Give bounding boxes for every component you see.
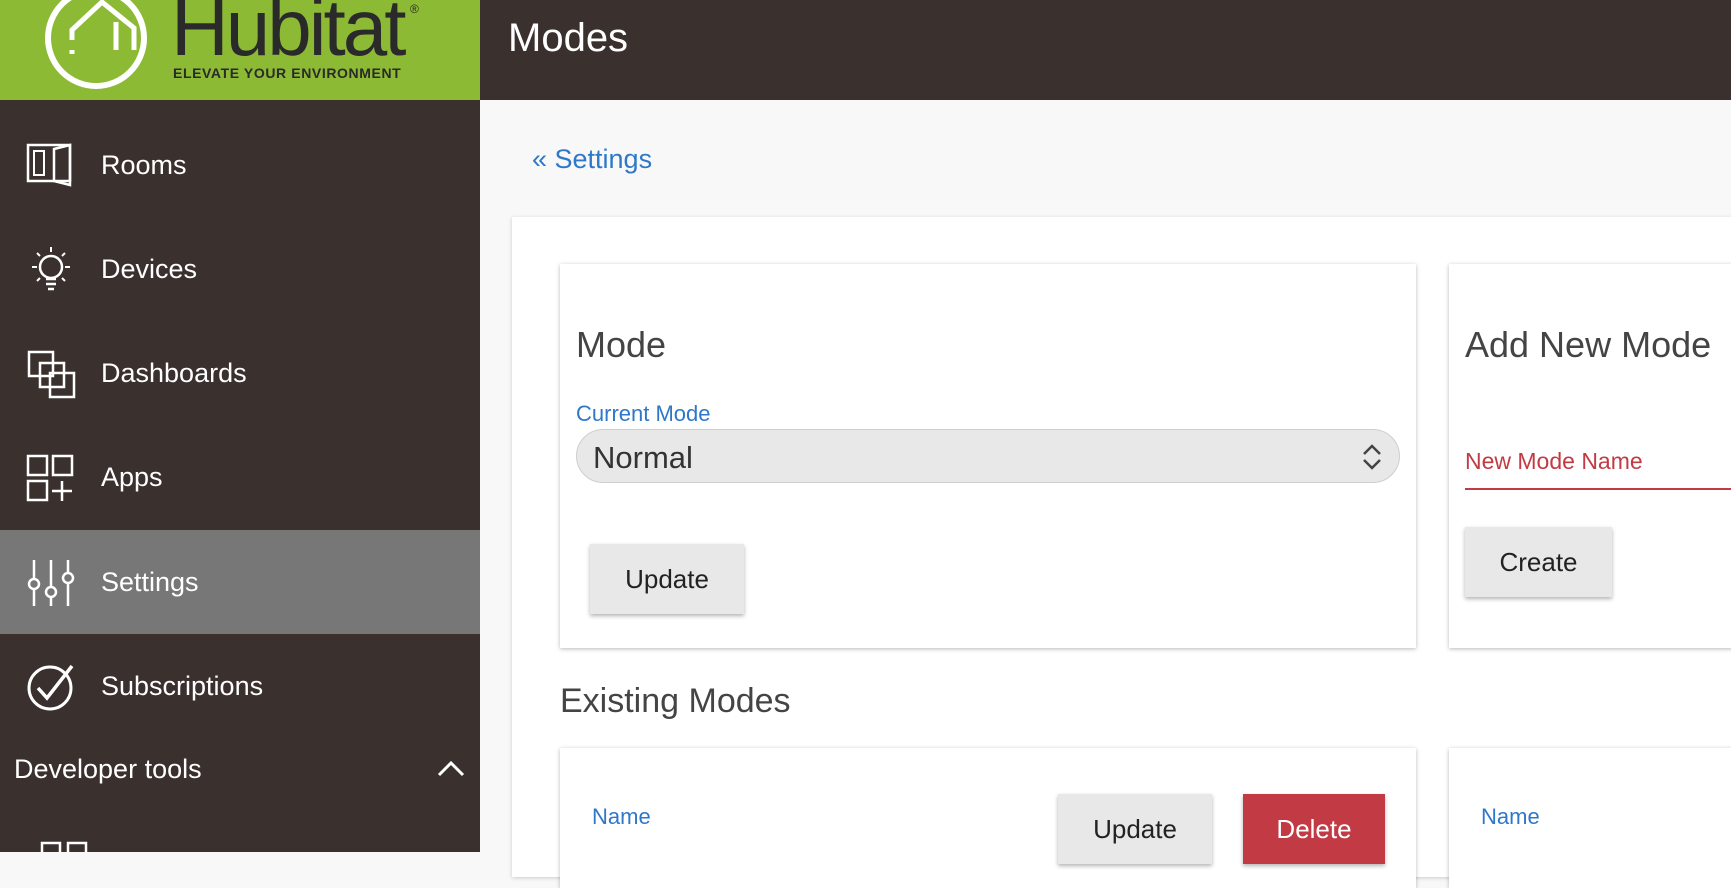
sidebar-item-apps[interactable]: Apps	[0, 425, 480, 529]
rooms-icon	[26, 143, 72, 187]
sidebar-item-rooms[interactable]: Rooms	[0, 113, 480, 217]
new-mode-name-placeholder: New Mode Name	[1465, 448, 1643, 474]
sidebar-item-subscriptions[interactable]: Subscriptions	[0, 634, 480, 738]
hubitat-logo[interactable]: Hubitat ® ELEVATE YOUR ENVIRONMENT	[0, 0, 480, 100]
current-mode-label: Current Mode	[576, 401, 711, 426]
sidebar-item-dashboards[interactable]: Dashboards	[0, 321, 480, 425]
existing-mode-card: Name	[1449, 748, 1731, 888]
top-bar: Modes	[480, 0, 1731, 100]
create-mode-button[interactable]: Create	[1465, 527, 1612, 597]
add-mode-card: Add New Mode New Mode Name Create	[1449, 264, 1731, 648]
sidebar-item-label: Apps	[101, 461, 163, 492]
sidebar-item-label: Settings	[101, 566, 199, 597]
mode-card-title: Mode	[576, 324, 667, 365]
house-logo-icon	[45, 0, 147, 89]
sidebar-item-devices[interactable]: Devices	[0, 217, 480, 321]
brand-tagline: ELEVATE YOUR ENVIRONMENT	[173, 65, 402, 81]
sidebar-item-label: Dashboards	[101, 357, 247, 388]
existing-mode-card: Name Update Delete	[560, 748, 1416, 888]
existing-modes-title: Existing Modes	[560, 682, 791, 720]
new-mode-name-input[interactable]: New Mode Name	[1465, 434, 1731, 490]
delete-mode-button[interactable]: Delete	[1243, 794, 1385, 864]
chevron-up-icon	[437, 760, 465, 777]
page-title: Modes	[508, 16, 629, 60]
update-existing-mode-button[interactable]: Update	[1058, 794, 1212, 864]
sidebar-item-label: Subscriptions	[101, 670, 264, 701]
dashboards-icon	[27, 350, 76, 399]
apps-icon	[40, 841, 88, 852]
sidebar-item-settings[interactable]: Settings	[0, 530, 480, 634]
lightbulb-icon	[32, 247, 70, 291]
breadcrumb-settings-link[interactable]: « Settings	[532, 144, 652, 175]
mode-card: Mode Current Mode Normal Update	[560, 264, 1416, 648]
brand-name: Hubitat	[171, 0, 406, 72]
mode-name-label: Name	[1481, 804, 1540, 829]
current-mode-value: Normal	[593, 440, 693, 475]
add-mode-card-title: Add New Mode	[1465, 324, 1712, 365]
sidebar-item-label: Rooms	[101, 149, 187, 180]
select-arrows-icon	[1363, 444, 1381, 470]
registered-mark: ®	[410, 2, 419, 16]
sliders-icon	[27, 560, 75, 606]
check-circle-icon	[27, 664, 74, 711]
update-mode-button[interactable]: Update	[590, 544, 744, 614]
mode-name-label: Name	[592, 804, 651, 829]
developer-tools-toggle[interactable]: Developer tools	[0, 740, 480, 800]
sidebar: Hubitat ® ELEVATE YOUR ENVIRONMENT Rooms…	[0, 0, 480, 852]
current-mode-select[interactable]: Normal	[576, 429, 1400, 483]
apps-icon	[26, 454, 74, 502]
sidebar-item-label: Devices	[101, 253, 198, 284]
developer-tools-label: Developer tools	[14, 754, 202, 784]
